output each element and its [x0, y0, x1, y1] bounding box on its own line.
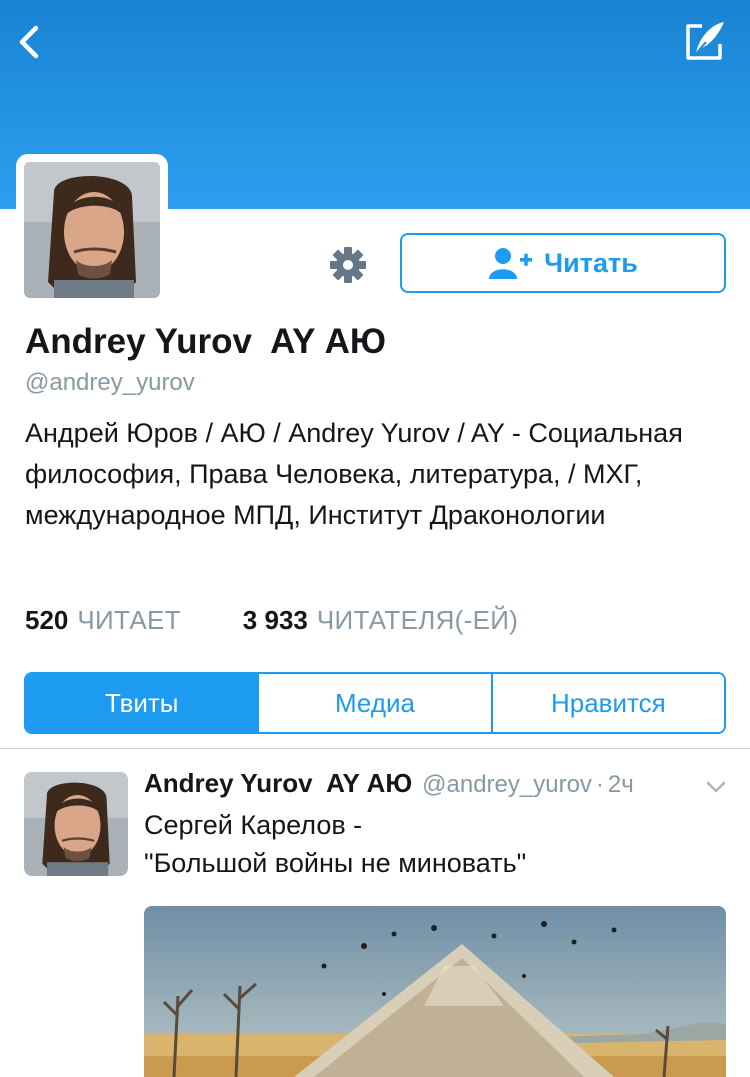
- tweet-author-name[interactable]: Andrey Yurov AY АЮ: [144, 768, 412, 799]
- tweet-media-image[interactable]: [144, 906, 726, 1077]
- tweet-author-handle[interactable]: @andrey_yurov: [422, 771, 592, 799]
- tab-tweets[interactable]: Твиты: [26, 674, 258, 732]
- tweet-avatar[interactable]: [24, 772, 128, 876]
- compose-tweet-button[interactable]: [680, 18, 730, 66]
- following-count: 520: [25, 605, 69, 635]
- follow-button[interactable]: Читать: [400, 233, 726, 293]
- followers-count: 3 933: [242, 605, 308, 635]
- back-button[interactable]: [8, 20, 52, 64]
- chevron-left-icon: [19, 25, 39, 59]
- profile-tabs: Твиты Медиа Нравится: [24, 672, 726, 734]
- tweet-text: Сергей Карелов - "Большой войны не минов…: [144, 806, 526, 882]
- profile-avatar[interactable]: [16, 154, 168, 306]
- profile-name: Andrey Yurov AY АЮ: [25, 322, 386, 361]
- compose-quill-icon: [686, 22, 724, 60]
- tweet-menu-button[interactable]: [704, 778, 728, 796]
- following-stat[interactable]: 520 ЧИТАЕТ: [25, 605, 181, 636]
- profile-stats: 520 ЧИТАЕТ 3 933 ЧИТАТЕЛЯ(-ЕЙ): [25, 605, 518, 636]
- tweet-text-line: "Большой войны не миновать": [144, 848, 527, 878]
- avatar-photo: [24, 162, 160, 298]
- settings-button[interactable]: [326, 243, 370, 287]
- follow-button-label: Читать: [544, 247, 638, 278]
- followers-label: ЧИТАТЕЛЯ(-ЕЙ): [316, 605, 519, 635]
- divider: [0, 748, 750, 749]
- tweet-header: Andrey Yurov AY АЮ @andrey_yurov · 2ч: [144, 768, 634, 799]
- followers-stat[interactable]: 3 933 ЧИТАТЕЛЯ(-ЕЙ): [243, 605, 518, 636]
- tab-likes[interactable]: Нравится: [490, 674, 724, 732]
- gear-icon: [330, 247, 366, 283]
- tweet-timestamp: 2ч: [607, 771, 634, 798]
- avatar-photo: [24, 772, 128, 876]
- tab-media[interactable]: Медиа: [257, 674, 491, 732]
- following-label: ЧИТАЕТ: [77, 605, 181, 635]
- tweet-text-line: Сергей Карелов -: [144, 810, 363, 840]
- profile-bio: Андрей Юров / АЮ / Andrey Yurov / AY - С…: [25, 418, 683, 530]
- painting-image: [144, 906, 726, 1077]
- add-user-icon: [489, 248, 533, 279]
- profile-handle: @andrey_yurov: [25, 369, 195, 396]
- chevron-down-icon: [706, 781, 726, 793]
- tweet-separator: ·: [595, 771, 604, 798]
